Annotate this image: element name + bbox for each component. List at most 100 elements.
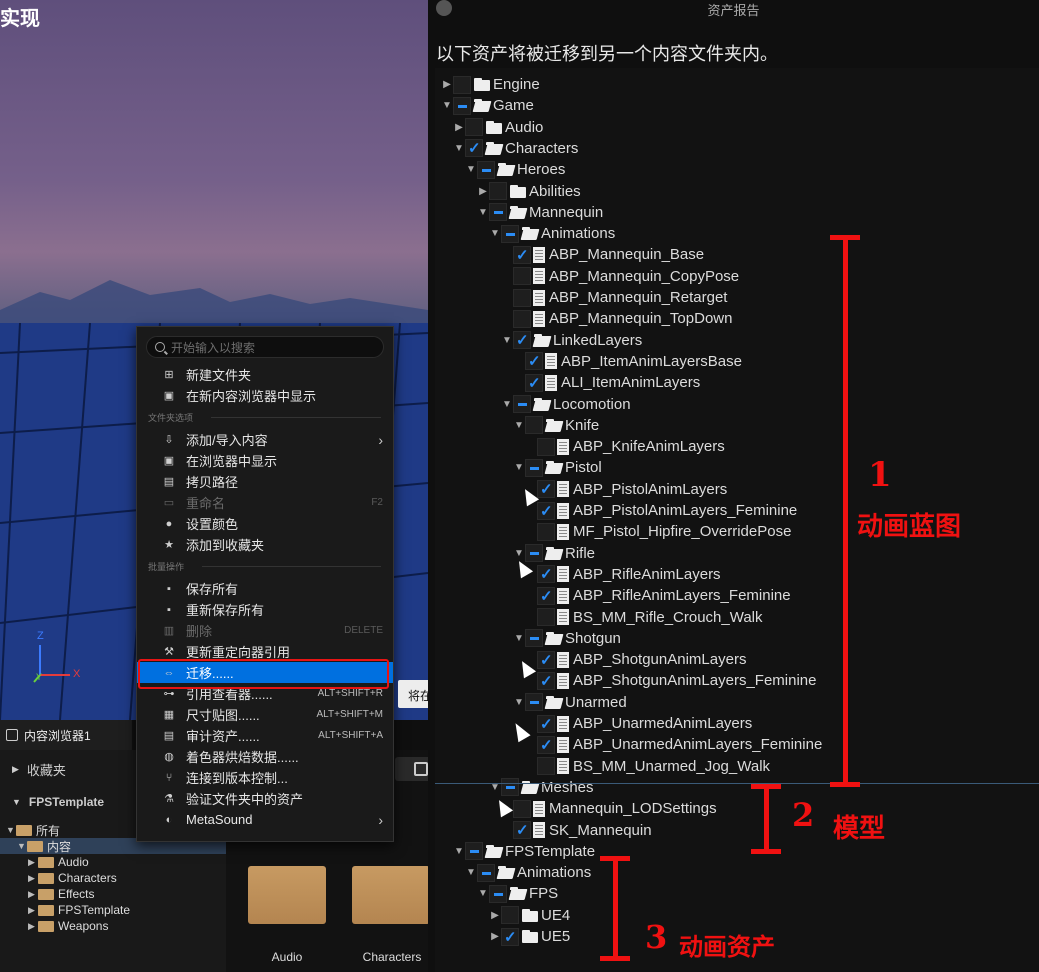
migrate-checkbox[interactable] xyxy=(453,75,471,94)
menu-item[interactable]: ⇩ 添加/导入内容 › xyxy=(137,429,393,450)
migrate-checkbox[interactable] xyxy=(477,863,495,882)
tree-asset-row[interactable]: BS_MM_Unarmed_Jog_Walk xyxy=(525,756,770,777)
tree-asset-row[interactable]: ABP_KnifeAnimLayers xyxy=(525,436,725,457)
folder-tile-characters[interactable] xyxy=(352,866,430,924)
tree-folder-row[interactable]: ▼ LinkedLayers xyxy=(501,330,642,351)
menu-item[interactable]: ⊞ 新建文件夹 xyxy=(137,364,393,385)
tree-folder-row[interactable]: ▼ Game xyxy=(441,95,534,116)
tree-asset-row[interactable]: ABP_RifleAnimLayers xyxy=(525,564,721,585)
migrate-checkbox[interactable] xyxy=(537,565,555,584)
migrate-checkbox[interactable] xyxy=(513,245,531,264)
migrate-checkbox[interactable] xyxy=(537,522,555,541)
tree-asset-row[interactable]: ABP_UnarmedAnimLayers xyxy=(525,713,752,734)
menu-item[interactable]: ⚗ 验证文件夹中的资产 xyxy=(137,788,393,809)
migrate-checkbox[interactable] xyxy=(513,288,531,307)
tree-folder-row[interactable]: ▼ Locomotion xyxy=(501,394,631,415)
migrate-checkbox[interactable] xyxy=(525,373,543,392)
tree-asset-row[interactable]: SK_Mannequin xyxy=(501,820,652,841)
tree-asset-row[interactable]: ABP_UnarmedAnimLayers_Feminine xyxy=(525,734,822,755)
menu-item[interactable]: ▪ 保存所有 xyxy=(137,578,393,599)
chevron-down-icon[interactable]: ▼ xyxy=(477,207,489,218)
tree-asset-row[interactable]: ABP_ShotgunAnimLayers xyxy=(525,649,746,670)
menu-item[interactable]: ▦ 尺寸贴图...... ALT+SHIFT+M xyxy=(137,704,393,725)
tree-asset-row[interactable]: BS_MM_Rifle_Crouch_Walk xyxy=(525,607,763,628)
migrate-checkbox[interactable] xyxy=(465,118,483,137)
migrate-checkbox[interactable] xyxy=(489,182,507,200)
tree-folder-row[interactable]: ▼ Meshes xyxy=(489,777,594,798)
migrate-checkbox[interactable] xyxy=(513,395,531,413)
migrate-checkbox[interactable] xyxy=(537,671,555,690)
menu-item[interactable]: ⑂ 连接到版本控制... xyxy=(137,767,393,788)
chevron-right-icon[interactable]: ▶ xyxy=(441,79,453,90)
menu-item[interactable]: ▣ 在浏览器中显示 xyxy=(137,450,393,471)
migrate-checkbox[interactable] xyxy=(537,650,555,669)
tree-folder-row[interactable]: ▼ FPS xyxy=(477,883,558,904)
migrate-checkbox[interactable] xyxy=(525,544,543,563)
migrate-checkbox[interactable] xyxy=(525,416,543,435)
migrate-checkbox[interactable] xyxy=(513,331,531,350)
menu-item[interactable]: ● 设置颜色 xyxy=(137,513,393,534)
chevron-down-icon[interactable]: ▼ xyxy=(513,633,525,644)
migrate-checkbox[interactable] xyxy=(537,714,555,733)
chevron-right-icon[interactable]: ▶ xyxy=(28,873,38,884)
tree-folder-row[interactable]: ▶ UE4 xyxy=(489,905,570,926)
migrate-checkbox[interactable] xyxy=(477,160,495,179)
tree-asset-row[interactable]: ABP_PistolAnimLayers_Feminine xyxy=(525,500,797,521)
tree-asset-row[interactable]: ABP_Mannequin_Base xyxy=(501,244,704,265)
chevron-down-icon[interactable]: ▼ xyxy=(513,420,525,431)
tree-folder-row[interactable]: ▶ Engine xyxy=(441,74,540,95)
chevron-down-icon[interactable]: ▼ xyxy=(489,228,501,239)
migrate-checkbox[interactable] xyxy=(537,735,555,754)
folder-tree-item[interactable]: ▶ Audio xyxy=(0,854,226,870)
chevron-down-icon[interactable]: ▼ xyxy=(513,462,525,473)
menu-item[interactable]: ▣ 在新内容浏览器中显示 xyxy=(137,385,393,406)
tree-folder-row[interactable]: ▼ Shotgun xyxy=(513,628,621,649)
tree-folder-row[interactable]: ▼ Animations xyxy=(465,862,591,883)
chevron-down-icon[interactable]: ▼ xyxy=(513,697,525,708)
migrate-checkbox[interactable] xyxy=(525,629,543,648)
tree-folder-row[interactable]: ▼ Animations xyxy=(489,223,615,244)
chevron-right-icon[interactable]: ▶ xyxy=(453,122,465,133)
folder-tree-item[interactable]: ▶ Effects xyxy=(0,886,226,902)
chevron-right-icon[interactable]: ▶ xyxy=(489,910,501,921)
tree-folder-row[interactable]: ▼ Mannequin xyxy=(477,202,603,223)
menu-item[interactable]: ▤ 审计资产...... ALT+SHIFT+A xyxy=(137,725,393,746)
migrate-checkbox[interactable] xyxy=(525,458,543,477)
migrate-checkbox[interactable] xyxy=(537,437,555,456)
chevron-down-icon[interactable]: ▼ xyxy=(513,548,525,559)
migrate-checkbox[interactable] xyxy=(489,884,507,903)
menu-item[interactable]: ▪ 重新保存所有 xyxy=(137,599,393,620)
menu-item[interactable]: ◍ 着色器烘焙数据...... xyxy=(137,746,393,767)
migrate-checkbox[interactable] xyxy=(525,352,543,371)
chevron-right-icon[interactable]: ▶ xyxy=(477,186,489,197)
menu-item[interactable]: ★ 添加到收藏夹 xyxy=(137,534,393,555)
chevron-right-icon[interactable]: ▶ xyxy=(28,889,38,900)
chevron-down-icon[interactable]: ▼ xyxy=(441,100,453,111)
tree-asset-row[interactable]: ABP_RifleAnimLayers_Feminine xyxy=(525,585,791,606)
migrate-checkbox[interactable] xyxy=(513,309,531,328)
migrate-checkbox[interactable] xyxy=(501,778,519,797)
chevron-down-icon[interactable]: ▼ xyxy=(453,846,465,857)
tree-folder-row[interactable]: ▼ FPSTemplate xyxy=(453,841,595,862)
migrate-checkbox[interactable] xyxy=(501,224,519,243)
chevron-down-icon[interactable]: ▼ xyxy=(501,399,513,410)
migrate-checkbox[interactable] xyxy=(513,821,531,839)
menu-item[interactable]: ▤ 拷贝路径 xyxy=(137,471,393,492)
chevron-down-icon[interactable]: ▼ xyxy=(465,867,477,878)
tree-folder-row[interactable]: ▶ Audio xyxy=(453,117,543,138)
tree-asset-row[interactable]: ABP_PistolAnimLayers xyxy=(525,479,727,500)
menu-search-input[interactable]: 开始输入以搜索 xyxy=(146,336,384,358)
save-all-button[interactable] xyxy=(395,757,431,781)
migrate-checkbox[interactable] xyxy=(525,693,543,712)
chevron-down-icon[interactable]: ▼ xyxy=(453,143,465,154)
chevron-right-icon[interactable]: ▶ xyxy=(28,905,38,916)
chevron-right-icon[interactable]: ▶ xyxy=(28,857,38,868)
tree-folder-row[interactable]: ▶ Abilities xyxy=(477,181,581,202)
tree-folder-row[interactable]: ▶ UE5 xyxy=(489,926,570,947)
folder-tree-item[interactable]: ▶ FPSTemplate xyxy=(0,902,226,918)
chevron-down-icon[interactable]: ▼ xyxy=(465,164,477,175)
tab-content-browser[interactable]: 内容浏览器1 xyxy=(0,720,132,750)
tree-asset-row[interactable]: ABP_Mannequin_TopDown xyxy=(501,308,732,329)
tree-asset-row[interactable]: ABP_ItemAnimLayersBase xyxy=(513,351,742,372)
migrate-checkbox[interactable] xyxy=(537,586,555,605)
